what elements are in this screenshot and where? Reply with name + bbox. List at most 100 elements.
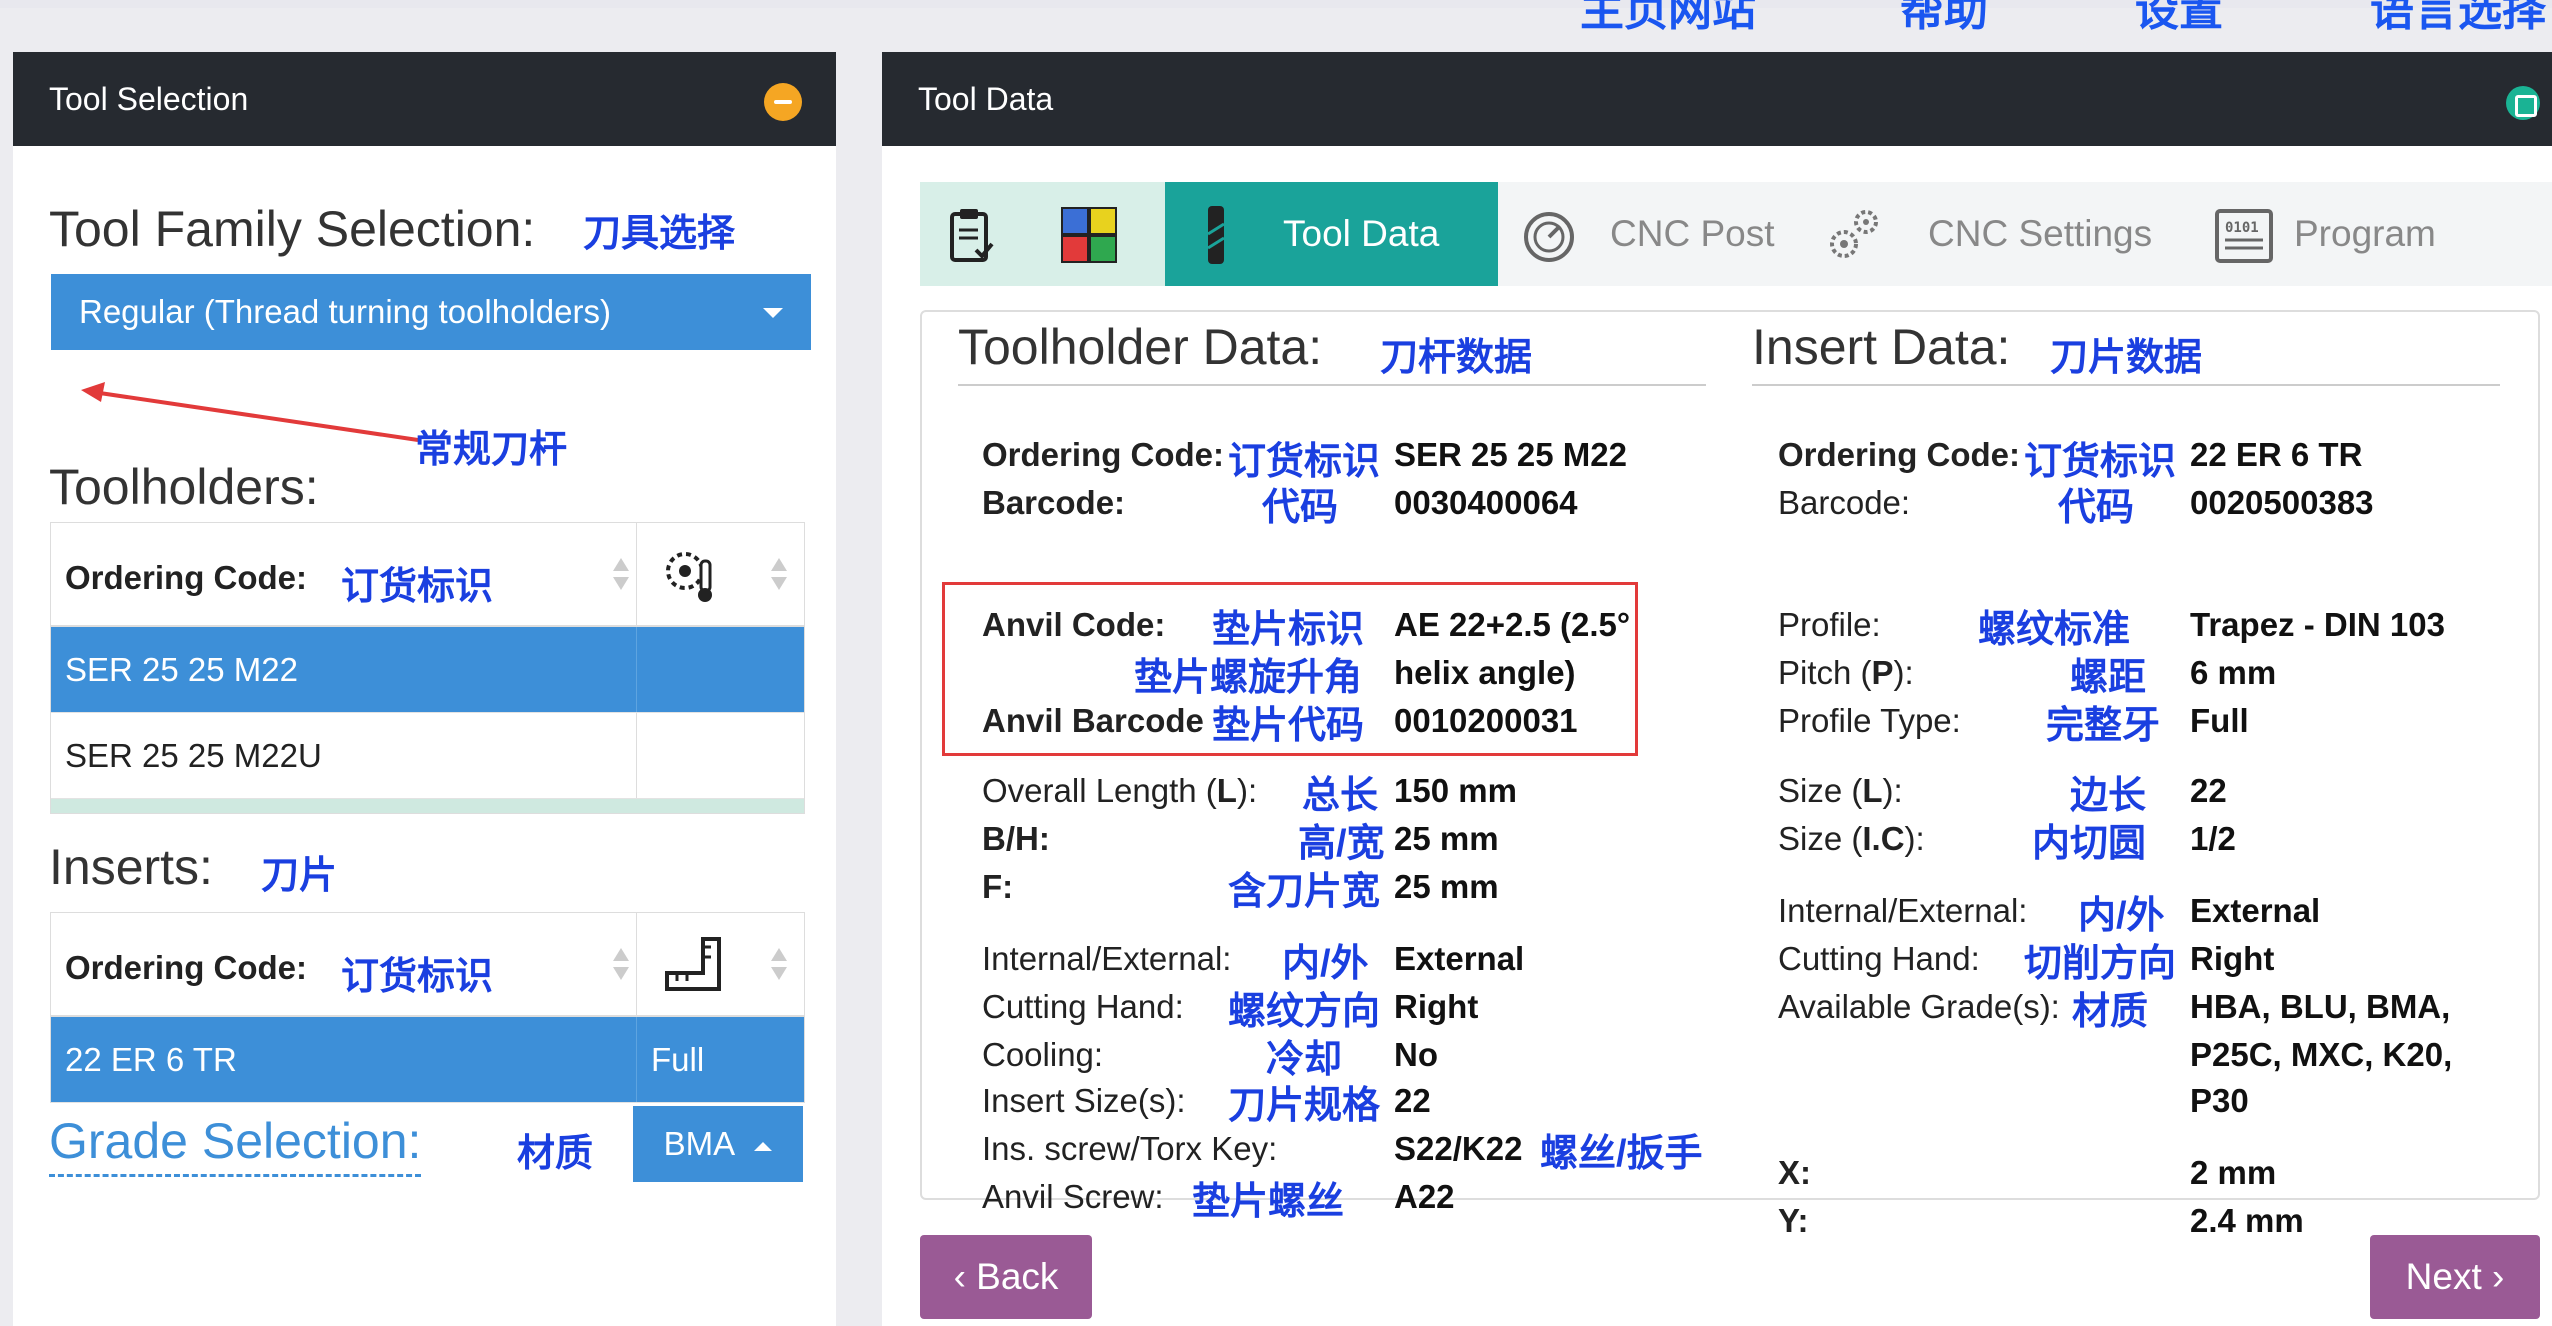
table-scroll-hint <box>51 799 804 813</box>
sort-icon[interactable] <box>771 558 787 592</box>
screw-cn: 螺丝/扳手 <box>1540 1133 1703 1175</box>
anvil-barcode-label: Anvil Barcode <box>982 702 1204 739</box>
chevron-left-icon: ‹ <box>953 1256 977 1297</box>
tab-icons-group <box>920 182 1165 286</box>
anvil-helix-value: helix angle) <box>1394 654 1576 691</box>
grades-value-3: P30 <box>2190 1082 2249 1119</box>
in-hand-label: Cutting Hand: <box>1778 940 1980 977</box>
column-divider <box>636 913 637 1015</box>
gears-icon <box>1830 210 1878 258</box>
overall-length-value: 150 mm <box>1394 772 1517 809</box>
next-button[interactable]: Next › <box>2370 1235 2540 1319</box>
chevron-down-icon <box>763 308 783 318</box>
tab-program[interactable]: 0101 Program <box>2198 182 2552 286</box>
anvil-helix-cn: 垫片螺旋升角 <box>1134 657 1363 699</box>
topnav-home[interactable]: 主页网站 <box>1580 0 1756 38</box>
ptype-label: Profile Type: <box>1778 702 1961 739</box>
sort-icon[interactable] <box>771 948 787 982</box>
th-barcode-label: Barcode: <box>982 484 1126 521</box>
row-code: SER 25 25 M22 <box>65 651 298 688</box>
col-ordering-code[interactable]: Ordering Code: <box>65 559 307 597</box>
overall-length-cn: 总长 <box>1302 775 1379 817</box>
overall-length-label: Overall Length (L): <box>982 772 1258 809</box>
toolholders-table: Ordering Code: 订货标识 SER 25 25 M22 SER 25… <box>50 522 805 814</box>
divider <box>1752 384 2500 386</box>
y-value: 2.4 mm <box>2190 1202 2304 1239</box>
bh-label: B/H: <box>982 820 1050 857</box>
sort-icon[interactable] <box>613 948 629 982</box>
insert-title: Insert Data: <box>1752 319 2011 375</box>
svg-text:0101: 0101 <box>2225 220 2259 236</box>
insert-size-cn: 刀片规格 <box>1228 1085 1381 1127</box>
tab-label: Tool Data <box>1283 213 1440 254</box>
grades-label: Available Grade(s): <box>1778 988 2060 1025</box>
ordering-code-cn: 订货标识 <box>341 956 494 998</box>
back-button[interactable]: ‹ Back <box>920 1235 1092 1319</box>
in-barcode-value: 0020500383 <box>2190 484 2374 521</box>
tab-tool-data[interactable]: Tool Data <box>1165 182 1498 286</box>
family-label: Tool Family Selection: <box>49 201 536 257</box>
panel-header: Tool Data <box>882 52 2552 146</box>
x-label: X: <box>1778 1154 1811 1191</box>
table-row[interactable]: SER 25 25 M22 <box>51 627 804 713</box>
tool-data-card: Toolholder Data: 刀杆数据 Ordering Code: 订货标… <box>920 310 2540 1239</box>
pitch-cn: 螺距 <box>2070 657 2147 699</box>
column-divider <box>636 713 637 798</box>
insert-size-label: Insert Size(s): <box>982 1082 1186 1119</box>
topnav-settings[interactable]: 设置 <box>2135 0 2223 38</box>
table-header: Ordering Code: 订货标识 <box>51 523 804 627</box>
program-code-icon: 0101 <box>2215 209 2273 263</box>
th-barcode-cn: 代码 <box>1262 487 1339 529</box>
th-ie-label: Internal/External: <box>982 940 1232 977</box>
tab-label: CNC Settings <box>1928 213 2153 254</box>
tab-cnc-post[interactable]: CNC Post <box>1498 182 1808 286</box>
topnav-help[interactable]: 帮助 <box>1900 0 1988 38</box>
inserts-label: Inserts: <box>49 839 213 895</box>
anvil-code-label: Anvil Code: <box>982 606 1166 643</box>
th-ordering-code-label: Ordering Code: <box>982 436 1225 473</box>
grades-value-1: HBA, BLU, BMA, <box>2190 988 2451 1025</box>
in-ie-cn: 内/外 <box>2078 895 2165 937</box>
size-l-value: 22 <box>2190 772 2227 809</box>
family-note-cn: 常规刀杆 <box>415 429 568 471</box>
red-arrow-annotation <box>81 382 419 442</box>
grades-cn: 材质 <box>2072 991 2149 1033</box>
col-ordering-code[interactable]: Ordering Code: <box>65 949 307 987</box>
anvil-code-cn: 垫片标识 <box>1212 609 1365 651</box>
ptype-cn: 完整牙 <box>2046 705 2161 747</box>
row-profile-type: Full <box>651 1041 705 1078</box>
topnav-language[interactable]: 语言选择 <box>2370 0 2546 38</box>
anvil-screw-value: A22 <box>1394 1178 1455 1215</box>
th-ordering-code-value: SER 25 25 M22 <box>1394 436 1627 473</box>
anvil-barcode-value: 0010200031 <box>1394 702 1578 739</box>
material-grid-icon[interactable] <box>1060 206 1118 264</box>
table-row[interactable]: 22 ER 6 TR Full <box>51 1017 804 1103</box>
anvil-code-value: AE 22+2.5 (2.5° <box>1394 606 1631 643</box>
screw-value: S22/K22 <box>1394 1130 1523 1167</box>
grade-selection-label[interactable]: Grade Selection: <box>49 1112 422 1177</box>
tab-label: Program <box>2294 213 2436 254</box>
expand-icon[interactable] <box>2506 86 2540 120</box>
chevron-up-icon <box>754 1141 773 1151</box>
clipboard-icon[interactable] <box>948 206 994 266</box>
thread-cooling-icon[interactable] <box>663 547 721 605</box>
in-hand-cn: 切削方向 <box>2024 943 2177 985</box>
th-barcode-value: 0030400064 <box>1394 484 1578 521</box>
chevron-right-icon: › <box>2481 1256 2505 1297</box>
sort-icon[interactable] <box>613 558 629 592</box>
in-hand-value: Right <box>2190 940 2275 977</box>
size-l-label: Size (L): <box>1778 772 1903 809</box>
tab-cnc-settings[interactable]: CNC Settings <box>1808 182 2198 286</box>
ruler-icon[interactable] <box>663 933 723 995</box>
profile-value: Trapez - DIN 103 <box>2190 606 2445 643</box>
size-ic-value: 1/2 <box>2190 820 2236 857</box>
in-ordering-code-label: Ordering Code: <box>1778 436 2021 473</box>
tool-data-panel: Tool Data Tool Data CNC Post CNC Setting… <box>882 52 2552 1326</box>
minimize-icon[interactable] <box>764 83 802 121</box>
pitch-label: Pitch (P): <box>1778 654 1914 691</box>
toolholders-label: Toolholders: <box>49 459 319 515</box>
f-label: F: <box>982 868 1014 905</box>
table-row[interactable]: SER 25 25 M22U <box>51 713 804 799</box>
grade-dropdown[interactable]: BMA <box>633 1106 803 1182</box>
in-barcode-label: Barcode: <box>1778 484 1911 521</box>
